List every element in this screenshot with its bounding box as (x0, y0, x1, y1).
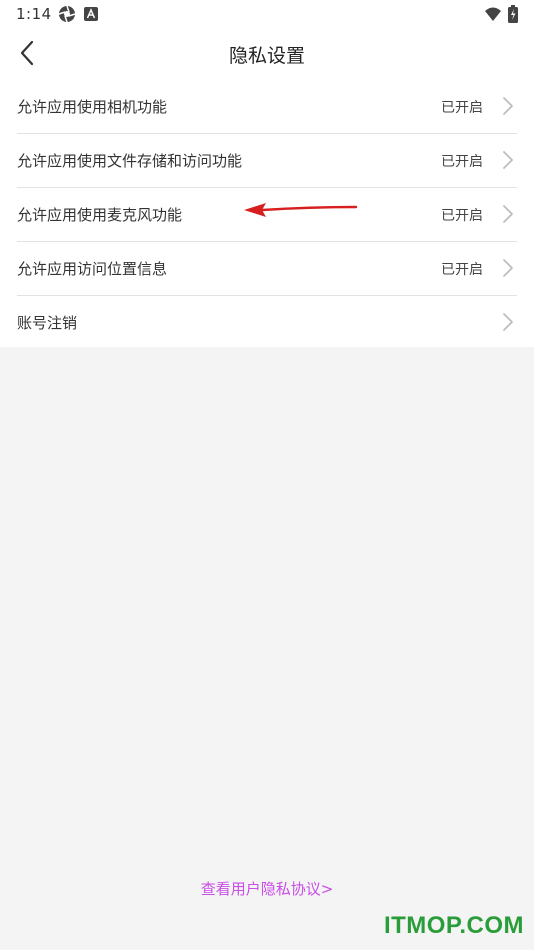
chevron-right-icon (503, 259, 513, 277)
setting-label: 允许应用使用麦克风功能 (17, 206, 183, 224)
setting-label: 账号注销 (17, 314, 78, 332)
chevron-right-icon (503, 151, 513, 169)
wifi-icon (485, 7, 501, 21)
status-time: 1:14 (16, 5, 52, 23)
page-title: 隐私设置 (228, 45, 305, 67)
setting-row-account-deletion[interactable]: 账号注销 (17, 296, 517, 349)
chevron-right-icon (503, 205, 513, 223)
chevron-right-icon (503, 313, 513, 331)
a-badge-icon (84, 7, 98, 21)
setting-row-storage[interactable]: 允许应用使用文件存储和访问功能 已开启 (17, 134, 517, 188)
page-header: 隐私设置 (0, 28, 534, 80)
setting-status: 已开启 (441, 262, 483, 278)
watermark: ITMOP.COM (383, 912, 524, 939)
setting-status: 已开启 (441, 154, 483, 170)
setting-row-camera[interactable]: 允许应用使用相机功能 已开启 (17, 80, 517, 134)
setting-row-location[interactable]: 允许应用访问位置信息 已开启 (17, 242, 517, 296)
red-arrow-annotation (244, 203, 358, 217)
setting-status: 已开启 (441, 100, 483, 116)
battery-icon (508, 5, 518, 23)
chevron-right-icon (503, 97, 513, 115)
setting-label: 允许应用使用文件存储和访问功能 (17, 152, 243, 170)
privacy-agreement-link[interactable]: 查看用户隐私协议> (0, 878, 534, 899)
setting-label: 允许应用访问位置信息 (17, 260, 168, 278)
setting-status: 已开启 (441, 208, 483, 224)
aperture-icon (58, 5, 76, 23)
status-bar: 1:14 (0, 0, 534, 28)
setting-label: 允许应用使用相机功能 (17, 98, 168, 116)
